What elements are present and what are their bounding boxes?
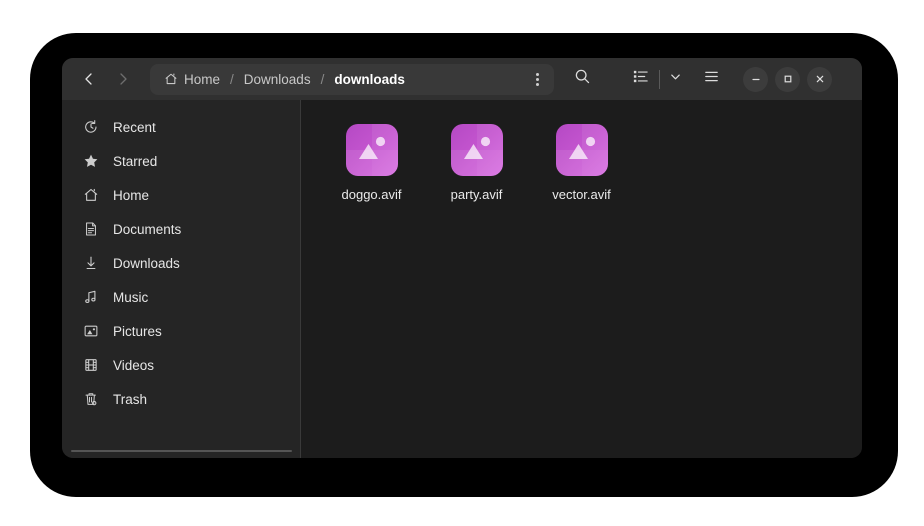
breadcrumb-item-current[interactable]: downloads (331, 69, 408, 90)
file-item[interactable]: vector.avif (529, 120, 634, 206)
list-view-icon (632, 68, 649, 90)
star-icon (82, 153, 99, 170)
sidebar-item-starred[interactable]: Starred (70, 146, 292, 176)
hamburger-menu-icon (703, 68, 720, 90)
path-menu-button[interactable] (524, 66, 550, 92)
breadcrumb-item-downloads[interactable]: Downloads (241, 69, 314, 90)
sidebar-item-pictures[interactable]: Pictures (70, 316, 292, 346)
image-file-icon (451, 124, 503, 176)
sidebar-item-documents[interactable]: Documents (70, 214, 292, 244)
toolbar-separator (659, 70, 660, 89)
vertical-dots-icon (536, 78, 539, 81)
sidebar-label-trash: Trash (113, 392, 147, 407)
window-controls (743, 67, 832, 92)
home-icon (164, 72, 178, 86)
breadcrumb-item-home[interactable]: Home (161, 69, 223, 90)
forward-button[interactable] (106, 64, 140, 94)
document-icon (82, 221, 99, 238)
sidebar-label-documents: Documents (113, 222, 181, 237)
file-name: vector.avif (552, 187, 611, 202)
trash-icon (82, 391, 99, 408)
window-body: Recent Starred (62, 100, 862, 458)
close-button[interactable] (807, 67, 832, 92)
sidebar-label-recent: Recent (113, 120, 156, 135)
file-name: doggo.avif (342, 187, 402, 202)
film-icon (82, 357, 99, 374)
sidebar-label-music: Music (113, 290, 148, 305)
sidebar-item-downloads[interactable]: Downloads (70, 248, 292, 278)
view-mode-button[interactable] (624, 64, 656, 94)
breadcrumb-separator-1: / (223, 72, 241, 87)
sidebar-label-videos: Videos (113, 358, 154, 373)
chevron-left-icon (82, 72, 96, 86)
file-item[interactable]: party.avif (424, 120, 529, 206)
file-name: party.avif (451, 187, 503, 202)
sidebar-item-music[interactable]: Music (70, 282, 292, 312)
sidebar-label-starred: Starred (113, 154, 157, 169)
file-list: doggo.avif party.avif (319, 120, 862, 206)
download-arrow-icon (82, 255, 99, 272)
chevron-right-icon (116, 72, 130, 86)
sidebar-label-home: Home (113, 188, 149, 203)
maximize-icon (782, 73, 794, 85)
sidebar-item-videos[interactable]: Videos (70, 350, 292, 380)
file-manager-window: Home / Downloads / downloads (62, 58, 862, 458)
chevron-down-icon (669, 70, 682, 88)
breadcrumb-label-current: downloads (334, 72, 405, 87)
clock-icon (82, 119, 99, 136)
sidebar-item-home[interactable]: Home (70, 180, 292, 210)
file-item[interactable]: doggo.avif (319, 120, 424, 206)
breadcrumb-label-home: Home (184, 72, 220, 87)
music-note-icon (82, 289, 99, 306)
breadcrumb-separator-2: / (314, 72, 332, 87)
sidebar-label-pictures: Pictures (113, 324, 162, 339)
image-file-icon (556, 124, 608, 176)
image-icon (82, 323, 99, 340)
search-icon (574, 68, 591, 90)
maximize-button[interactable] (775, 67, 800, 92)
main-menu-button[interactable] (695, 64, 727, 94)
back-button[interactable] (72, 64, 106, 94)
minimize-icon (750, 73, 762, 85)
view-dropdown-button[interactable] (663, 64, 687, 94)
file-grid: doggo.avif party.avif (301, 100, 862, 458)
breadcrumb-label-downloads: Downloads (244, 72, 311, 87)
close-icon (814, 73, 826, 85)
minimize-button[interactable] (743, 67, 768, 92)
breadcrumb: Home / Downloads / downloads (150, 64, 554, 95)
image-file-icon (346, 124, 398, 176)
sidebar: Recent Starred (62, 100, 301, 458)
sidebar-label-downloads: Downloads (113, 256, 180, 271)
sidebar-item-recent[interactable]: Recent (70, 112, 292, 142)
screenshot-root: Home / Downloads / downloads (0, 0, 924, 526)
sidebar-scrollbar[interactable] (71, 450, 292, 452)
header-bar: Home / Downloads / downloads (62, 58, 862, 100)
home-icon (82, 187, 99, 204)
sidebar-item-trash[interactable]: Trash (70, 384, 292, 414)
search-button[interactable] (566, 64, 598, 94)
